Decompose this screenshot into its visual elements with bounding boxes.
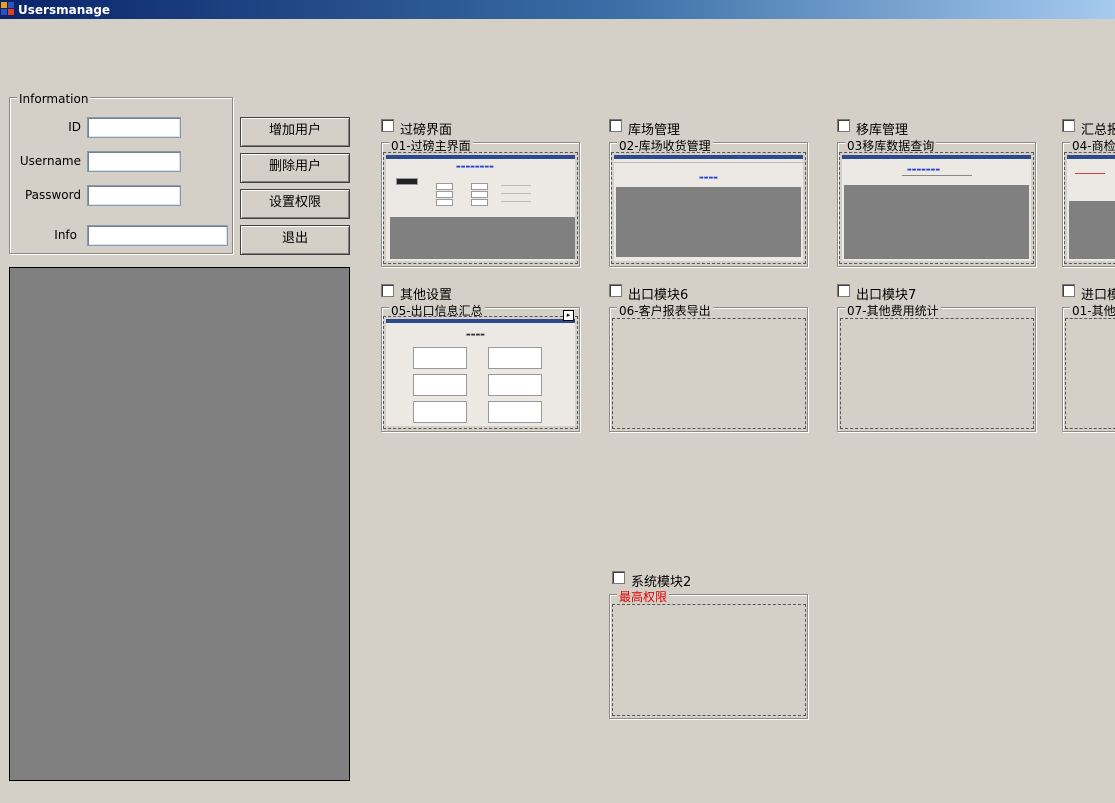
preview-button bbox=[413, 401, 467, 423]
preview-button bbox=[413, 347, 467, 369]
preview-button bbox=[488, 374, 542, 396]
info-label: Info bbox=[54, 228, 77, 242]
module-checkbox-5[interactable] bbox=[609, 284, 622, 297]
preview-titlebar bbox=[386, 319, 575, 323]
module-checkbox-8[interactable] bbox=[612, 571, 625, 584]
module-preview-3[interactable] bbox=[1064, 152, 1115, 264]
preview-line bbox=[501, 185, 531, 186]
preview-field bbox=[436, 183, 453, 190]
info-input[interactable] bbox=[87, 225, 228, 246]
username-label: Username bbox=[19, 154, 81, 168]
module-checkbox-label-0: 过磅界面 bbox=[400, 123, 453, 138]
preview-line bbox=[501, 193, 531, 194]
module-checkbox-label-7: 进口模 bbox=[1081, 288, 1115, 303]
preview-line bbox=[501, 201, 531, 202]
preview-field bbox=[471, 199, 488, 206]
preview-heading: ▬▬▬▬▬▬▬ bbox=[907, 167, 941, 173]
preview-grid bbox=[1069, 201, 1115, 259]
module-group-label-7: 01-其他 bbox=[1070, 302, 1115, 319]
id-input[interactable] bbox=[87, 117, 181, 138]
module-checkbox-label-4: 其他设置 bbox=[400, 288, 453, 303]
preview-titlebar bbox=[614, 155, 803, 159]
preview-button bbox=[488, 347, 542, 369]
information-group-label: Information bbox=[17, 92, 91, 106]
preview-screenshot-0: ▬▬▬▬▬▬▬▬ bbox=[386, 155, 575, 261]
preview-grid bbox=[844, 185, 1029, 259]
module-preview-2[interactable]: ▬▬▬▬▬▬▬ bbox=[839, 152, 1034, 264]
module-checkbox-1[interactable] bbox=[609, 119, 622, 132]
preview-field bbox=[471, 183, 488, 190]
preview-grid bbox=[616, 187, 801, 257]
preview-titlebar bbox=[386, 155, 575, 159]
user-list-panel[interactable] bbox=[9, 267, 350, 781]
module-preview-5[interactable] bbox=[612, 318, 806, 429]
preview-heading: ▬▬▬▬ bbox=[699, 175, 718, 181]
set-permission-button[interactable]: 设置权限 bbox=[240, 189, 350, 219]
preview-line bbox=[902, 175, 972, 176]
module-group-label-5: 06-客户报表导出 bbox=[617, 302, 713, 319]
preview-titlebar bbox=[842, 155, 1031, 159]
password-input[interactable] bbox=[87, 185, 181, 206]
window-title: Usersmanage bbox=[18, 3, 111, 17]
preview-heading: ▬▬▬▬▬▬▬▬ bbox=[456, 164, 494, 170]
module-group-label-6: 07-其他费用统计 bbox=[845, 302, 941, 319]
module-preview-0[interactable]: ▬▬▬▬▬▬▬▬ bbox=[383, 152, 578, 264]
module-preview-1[interactable]: ▬▬▬▬ bbox=[611, 152, 806, 264]
preview-heading: ▬▬▬▬ bbox=[466, 332, 485, 338]
module-checkbox-3[interactable] bbox=[1062, 119, 1075, 132]
module-checkbox-label-3: 汇总报 bbox=[1081, 123, 1115, 138]
module-checkbox-label-1: 库场管理 bbox=[628, 123, 681, 138]
app-icon[interactable] bbox=[1, 2, 15, 16]
preview-button bbox=[488, 401, 542, 423]
smart-tag-icon[interactable]: ▸ bbox=[563, 310, 574, 321]
module-group-label-8: 最高权限 bbox=[617, 588, 670, 605]
delete-user-button[interactable]: 删除用户 bbox=[240, 153, 350, 183]
title-bar[interactable]: Usersmanage bbox=[0, 0, 1115, 19]
exit-button[interactable]: 退出 bbox=[240, 225, 350, 255]
preview-field bbox=[396, 178, 418, 185]
module-checkbox-0[interactable] bbox=[381, 119, 394, 132]
preview-field bbox=[436, 199, 453, 206]
module-checkbox-label-2: 移库管理 bbox=[856, 123, 909, 138]
module-checkbox-2[interactable] bbox=[837, 119, 850, 132]
preview-screenshot-4: ▬▬▬▬ bbox=[386, 319, 575, 426]
preview-menubar bbox=[614, 162, 803, 163]
preview-button bbox=[413, 374, 467, 396]
preview-field bbox=[436, 191, 453, 198]
module-preview-6[interactable] bbox=[840, 318, 1034, 429]
module-checkbox-6[interactable] bbox=[837, 284, 850, 297]
add-user-button[interactable]: 增加用户 bbox=[240, 117, 350, 147]
preview-titlebar bbox=[1067, 155, 1115, 159]
module-preview-4[interactable]: ▬▬▬▬ bbox=[383, 316, 578, 429]
module-checkbox-4[interactable] bbox=[381, 284, 394, 297]
preview-field bbox=[471, 191, 488, 198]
module-checkbox-label-5: 出口模块6 bbox=[628, 288, 689, 303]
preview-screenshot-3 bbox=[1067, 155, 1115, 261]
preview-screenshot-2: ▬▬▬▬▬▬▬ bbox=[842, 155, 1031, 261]
module-preview-7[interactable] bbox=[1065, 318, 1115, 429]
id-label: ID bbox=[68, 120, 81, 134]
password-label: Password bbox=[24, 188, 81, 202]
username-input[interactable] bbox=[87, 151, 181, 172]
module-checkbox-label-6: 出口模块7 bbox=[856, 288, 917, 303]
module-preview-8[interactable] bbox=[612, 604, 806, 716]
preview-line bbox=[1075, 173, 1105, 174]
module-checkbox-7[interactable] bbox=[1062, 284, 1075, 297]
preview-screenshot-1: ▬▬▬▬ bbox=[614, 155, 803, 261]
preview-grid bbox=[390, 217, 575, 259]
